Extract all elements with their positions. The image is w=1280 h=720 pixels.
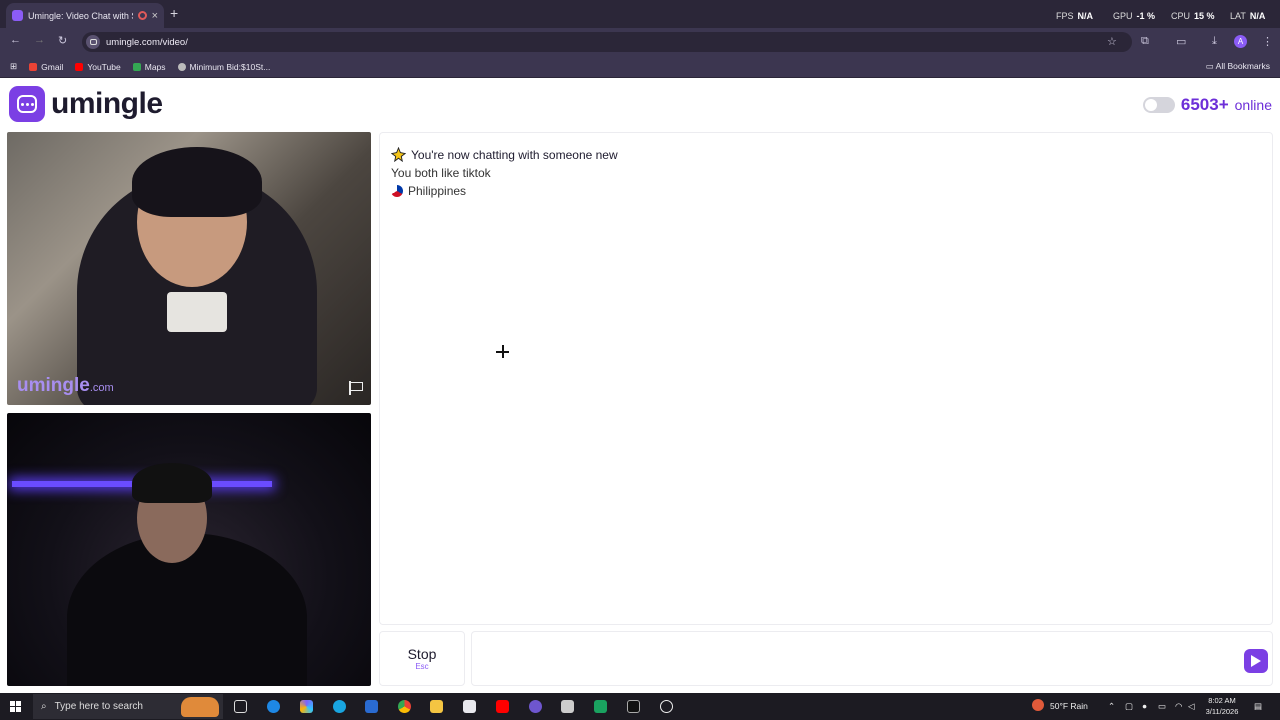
bookmarks-bar: ⊞ Gmail YouTube Maps Minimum Bid:$10St..… xyxy=(0,56,1280,78)
stranger-hair xyxy=(132,147,262,217)
search-highlight-icon xyxy=(181,697,219,717)
wifi-icon[interactable]: ◠ xyxy=(1175,701,1182,712)
file-explorer-icon[interactable] xyxy=(430,700,443,713)
windows-taskbar: ⌕ Type here to search 50°F Rain ⌃ ▢ ● ▭ … xyxy=(0,693,1280,720)
download-icon[interactable]: ⤓ xyxy=(1212,35,1217,48)
stranger-video: umingle.com xyxy=(7,132,371,405)
weather-icon[interactable] xyxy=(1032,699,1044,711)
fps-readout: FPS N/A xyxy=(1056,11,1094,21)
mouse-cursor xyxy=(496,345,509,358)
bookmark-minimum-bid[interactable]: Minimum Bid:$10St... xyxy=(177,62,270,72)
store-icon[interactable] xyxy=(463,700,476,713)
tab-title: Umingle: Video Chat with S xyxy=(28,10,133,21)
maps-icon xyxy=(132,62,141,71)
notifications-icon[interactable]: ▤ xyxy=(1254,701,1262,712)
forward-icon[interactable]: → xyxy=(34,34,45,46)
browser-tab-strip: Umingle: Video Chat with S × + FPS N/A GP… xyxy=(0,0,1280,28)
umingle-logo[interactable]: umingle xyxy=(9,86,163,122)
bookmark-maps[interactable]: Maps xyxy=(132,62,166,72)
chat-bubble-icon xyxy=(9,86,45,122)
obs-icon[interactable] xyxy=(660,700,673,713)
umingle-favicon xyxy=(12,10,23,21)
bookmark-star-icon[interactable]: ☆ xyxy=(1107,35,1117,48)
lat-readout: LAT N/A xyxy=(1230,11,1266,21)
url-text: umingle.com/video/ xyxy=(106,36,188,48)
message-input[interactable] xyxy=(471,631,1273,686)
cpu-readout: CPU 15 % xyxy=(1171,11,1215,21)
search-icon: ⌕ xyxy=(41,701,47,712)
self-hair xyxy=(132,463,212,503)
copilot-icon[interactable] xyxy=(300,700,313,713)
bookmark-youtube[interactable]: YouTube xyxy=(75,62,121,72)
youtube-icon xyxy=(75,62,84,71)
address-bar[interactable]: umingle.com/video/ xyxy=(82,32,1132,52)
task-view-icon[interactable] xyxy=(234,700,247,713)
taskbar-clock[interactable]: 8:02 AM 3/11/2026 xyxy=(1200,695,1244,717)
report-flag-icon[interactable] xyxy=(349,381,363,395)
online-count: 6503+ xyxy=(1180,95,1229,114)
notes-icon[interactable] xyxy=(561,700,574,713)
back-icon[interactable]: ← xyxy=(10,34,21,46)
theme-toggle[interactable] xyxy=(1142,97,1175,113)
system-message-new-chat: You're now chatting with someone new xyxy=(391,147,618,162)
gmail-icon xyxy=(29,62,38,71)
chat-panel: You're now chatting with someone new You… xyxy=(379,132,1273,625)
extensions-icon[interactable]: ⧉ xyxy=(1141,35,1149,48)
apps-icon[interactable]: ⊞ xyxy=(10,61,17,72)
cast-icon[interactable]: ▭ xyxy=(1176,35,1186,48)
globe-icon xyxy=(177,62,186,71)
weather-text[interactable]: 50°F Rain xyxy=(1050,701,1088,711)
network-icon[interactable]: ▭ xyxy=(1158,701,1166,712)
reload-icon[interactable]: ↻ xyxy=(58,34,67,47)
discord-icon[interactable] xyxy=(529,700,542,713)
mic-icon[interactable]: ● xyxy=(1142,701,1147,711)
capcut-icon[interactable] xyxy=(627,700,640,713)
system-message-interest: You both like tiktok xyxy=(391,166,491,180)
chrome-icon[interactable] xyxy=(398,700,411,713)
send-button[interactable] xyxy=(1244,649,1268,673)
stop-button[interactable]: Stop Esc xyxy=(379,631,465,686)
shirt-print xyxy=(167,292,227,332)
system-message-country: Philippines xyxy=(391,184,466,198)
all-bookmarks-button[interactable]: ▭ All Bookmarks xyxy=(1206,61,1270,72)
new-tab-button[interactable]: + xyxy=(170,5,178,21)
menu-icon[interactable]: ⋮ xyxy=(1262,35,1273,48)
tray-chevron-icon[interactable]: ⌃ xyxy=(1108,701,1115,712)
site-info-icon[interactable] xyxy=(86,35,100,49)
recording-icon xyxy=(137,11,147,20)
nvidia-icon[interactable] xyxy=(594,700,607,713)
gpu-readout: GPU -1 % xyxy=(1113,11,1156,21)
vscode-icon[interactable] xyxy=(365,700,378,713)
volume-icon[interactable]: ◁ xyxy=(1188,701,1195,712)
taskbar-search[interactable]: ⌕ Type here to search xyxy=(33,694,223,719)
profile-avatar[interactable]: A xyxy=(1234,35,1247,48)
windows-start-icon[interactable] xyxy=(10,701,21,712)
philippines-flag-icon xyxy=(391,185,403,197)
browser-tab[interactable]: Umingle: Video Chat with S × xyxy=(6,3,164,28)
online-status: 6503+ online xyxy=(1142,95,1272,115)
sparkle-icon xyxy=(391,147,406,162)
bookmark-gmail[interactable]: Gmail xyxy=(29,62,63,72)
browser-toolbar: ← → ↻ umingle.com/video/ ☆ ⧉ ▭ ⤓ ⋮ xyxy=(0,28,1280,56)
umingle-watermark: umingle.com xyxy=(17,375,114,396)
online-label: online xyxy=(1234,97,1272,113)
self-video xyxy=(7,413,371,686)
app-icon[interactable] xyxy=(267,700,280,713)
send-icon xyxy=(1251,655,1261,667)
tray-app-icon[interactable]: ▢ xyxy=(1125,701,1133,712)
logo-text: umingle xyxy=(51,87,163,120)
youtube-app-icon[interactable] xyxy=(496,700,509,713)
stop-shortcut: Esc xyxy=(415,662,429,671)
close-tab-icon[interactable]: × xyxy=(152,10,158,22)
stop-label: Stop xyxy=(407,646,437,662)
edge-icon[interactable] xyxy=(333,700,346,713)
